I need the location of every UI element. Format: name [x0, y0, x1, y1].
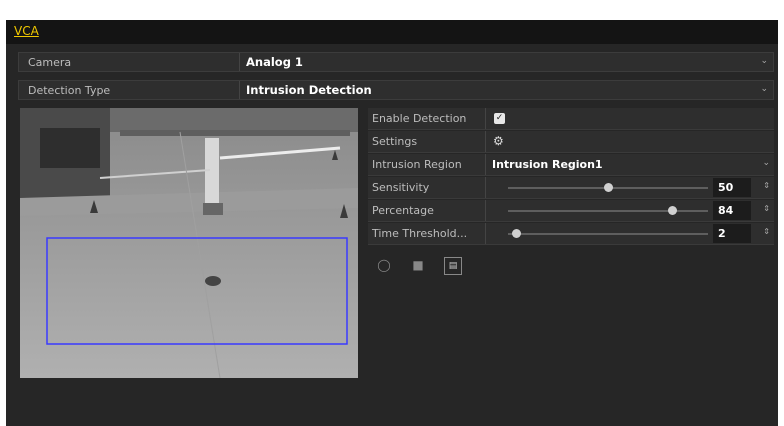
- enable-detection-label: Enable Detection: [372, 112, 467, 125]
- settings-label: Settings: [372, 135, 418, 148]
- region-icon[interactable]: ▤: [444, 257, 462, 275]
- intrusion-region-row[interactable]: Intrusion Region Intrusion Region1 ⌄: [368, 154, 774, 176]
- time-threshold-slider-knob[interactable]: [511, 229, 521, 238]
- percentage-input[interactable]: 84: [713, 201, 751, 220]
- row-divider: [239, 81, 240, 99]
- camera-label: Camera: [28, 56, 72, 69]
- spin-icon[interactable]: ⇕: [763, 227, 770, 236]
- camera-preview-scene: [20, 108, 358, 378]
- label-cell: Enable Detection: [368, 108, 486, 129]
- label-cell: Settings: [368, 131, 486, 152]
- spin-icon[interactable]: ⇕: [763, 181, 770, 190]
- clear-icon[interactable]: ■: [410, 257, 426, 273]
- detection-type-select[interactable]: Intrusion Detection: [246, 83, 372, 97]
- time-threshold-value: 2: [718, 227, 726, 240]
- label-cell: Percentage: [368, 200, 486, 221]
- time-threshold-input[interactable]: 2: [713, 224, 751, 243]
- sensitivity-row: Sensitivity 50 ⇕: [368, 177, 774, 199]
- draw-icon[interactable]: ◯: [376, 257, 392, 273]
- percentage-slider[interactable]: [508, 210, 708, 212]
- percentage-label: Percentage: [372, 204, 434, 217]
- time-threshold-label: Time Threshold...: [372, 227, 468, 240]
- enable-detection-checkbox[interactable]: ✓: [494, 113, 505, 124]
- label-cell: Sensitivity: [368, 177, 486, 198]
- sensitivity-value: 50: [718, 181, 734, 194]
- dropdown-arrow-icon[interactable]: ⌄: [760, 84, 768, 94]
- settings-row: Settings ⚙: [368, 131, 774, 153]
- intrusion-region-select[interactable]: Intrusion Region1: [492, 158, 603, 171]
- sensitivity-label: Sensitivity: [372, 181, 430, 194]
- sensitivity-input[interactable]: 50: [713, 178, 751, 197]
- vca-window: VCA Camera Analog 1 ⌄ Detection Type Int…: [6, 20, 778, 426]
- title-bar: VCA: [6, 20, 778, 44]
- intrusion-region-label: Intrusion Region: [372, 158, 462, 171]
- percentage-row: Percentage 84 ⇕: [368, 200, 774, 222]
- gear-icon[interactable]: ⚙: [493, 134, 504, 148]
- enable-detection-row: Enable Detection ✓: [368, 108, 774, 130]
- sensitivity-slider-knob[interactable]: [603, 183, 613, 192]
- camera-row[interactable]: Camera Analog 1 ⌄: [18, 52, 774, 72]
- time-threshold-slider[interactable]: [508, 233, 708, 235]
- label-cell: Intrusion Region: [368, 154, 486, 175]
- detection-type-label: Detection Type: [28, 84, 111, 97]
- spin-icon[interactable]: ⇕: [763, 204, 770, 213]
- label-cell: Time Threshold...: [368, 223, 486, 244]
- percentage-value: 84: [718, 204, 734, 217]
- tab-vca[interactable]: VCA: [14, 24, 39, 38]
- row-divider: [239, 53, 240, 71]
- time-threshold-row: Time Threshold... 2 ⇕: [368, 223, 774, 245]
- camera-preview[interactable]: [20, 108, 358, 378]
- detection-type-row[interactable]: Detection Type Intrusion Detection ⌄: [18, 80, 774, 100]
- percentage-slider-knob[interactable]: [668, 206, 678, 215]
- dropdown-arrow-icon[interactable]: ⌄: [762, 158, 770, 168]
- dropdown-arrow-icon[interactable]: ⌄: [760, 56, 768, 66]
- camera-select[interactable]: Analog 1: [246, 55, 303, 69]
